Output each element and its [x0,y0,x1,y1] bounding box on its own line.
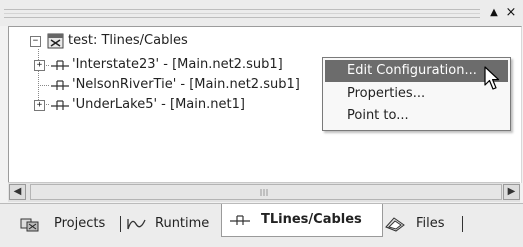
horizontal-scrollbar[interactable]: ◀ ▶ [8,182,520,202]
tab-bar: Projects Runtime TLines/Cables Files [0,203,523,247]
tab-files[interactable]: Files [384,212,462,236]
tab-label: Runtime [155,216,210,231]
expand-icon[interactable]: + [34,100,45,111]
mouse-cursor-icon [484,66,500,90]
tab-label: Projects [54,216,106,231]
tab-label: TLines/Cables [261,212,362,227]
tab-separator [120,216,121,232]
cable-icon [230,215,250,225]
menu-item-edit-configuration[interactable]: Edit Configuration... [325,60,508,82]
collapse-icon[interactable]: − [30,36,41,47]
projects-icon [20,218,39,232]
grip-icon [260,189,268,196]
cable-icon [51,60,69,70]
runtime-icon [127,219,146,230]
tab-runtime[interactable]: Runtime [127,212,219,236]
files-icon [385,217,405,232]
tab-label: Files [416,216,445,231]
menu-item-properties[interactable]: Properties... [325,83,508,105]
cable-icon [51,80,69,90]
pin-icon[interactable]: ▲ [486,4,502,22]
panel-title-bar: ▲ × [0,0,523,26]
scrollbar-thumb[interactable] [30,184,502,200]
expand-icon[interactable]: + [34,60,45,71]
tree-item-label: 'UnderLake5' - [Main.net1] [72,97,245,112]
cable-icon [51,100,69,110]
tree-item-label: 'Interstate23' - [Main.net2.sub1] [72,57,283,72]
project-icon [47,33,64,49]
tree-item-nelsonrivertie[interactable]: 'NelsonRiverTie' - [Main.net2.sub1] [30,76,330,94]
context-menu: Edit Configuration... Properties... Poin… [322,57,511,131]
tree-root-label: test: Tlines/Cables [68,33,188,48]
tree-root-node[interactable]: − test: Tlines/Cables [30,32,230,50]
tab-projects[interactable]: Projects [20,212,112,236]
scroll-right-button[interactable]: ▶ [503,184,520,200]
tree-item-label: 'NelsonRiverTie' - [Main.net2.sub1] [72,77,300,92]
tab-tlines-cables[interactable]: TLines/Cables [221,204,383,237]
drag-grip[interactable] [4,9,480,18]
tree-item-underlake5[interactable]: + 'UnderLake5' - [Main.net1] [30,96,330,114]
scroll-left-button[interactable]: ◀ [9,184,26,200]
tab-separator [462,216,463,232]
menu-item-point-to[interactable]: Point to... [325,105,508,127]
close-icon[interactable]: × [503,4,519,22]
tree-item-interstate23[interactable]: + 'Interstate23' - [Main.net2.sub1] [30,56,330,74]
